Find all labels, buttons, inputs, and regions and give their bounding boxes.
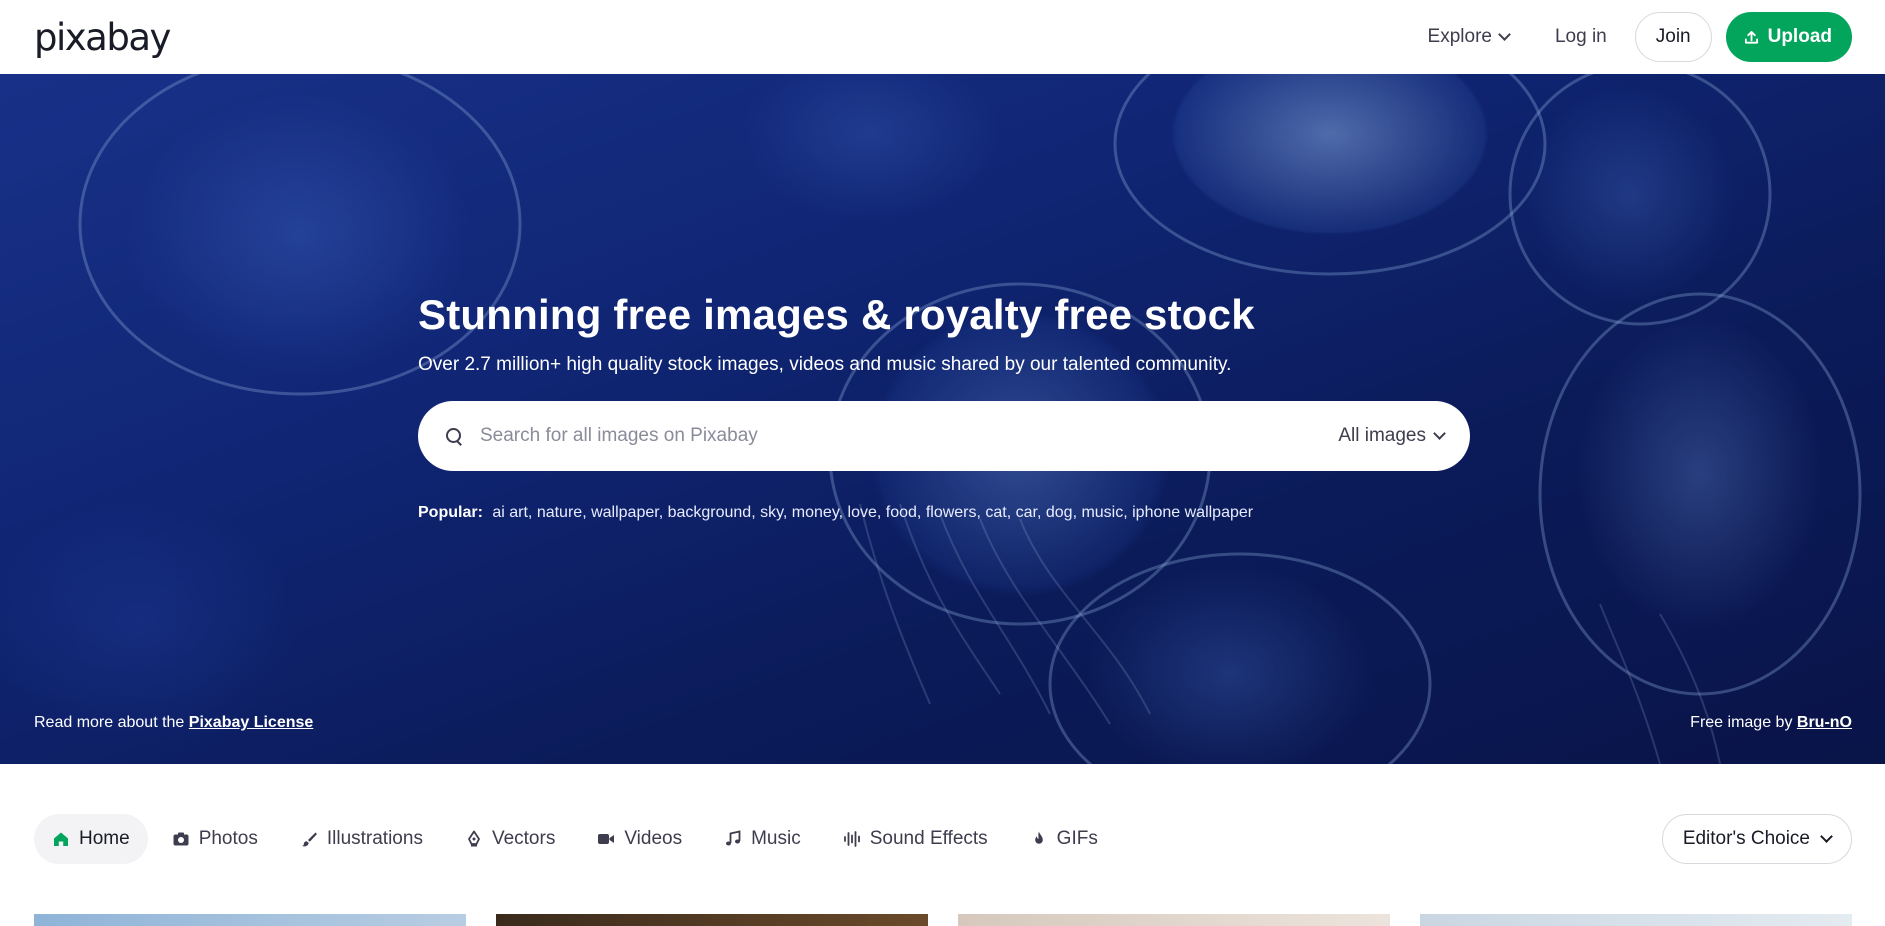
credit-prefix: Free image by <box>1690 714 1793 731</box>
image-grid <box>34 914 1852 926</box>
explore-menu[interactable]: Explore <box>1410 12 1527 62</box>
popular-term[interactable]: ai art <box>492 504 528 521</box>
chevron-down-icon <box>1820 830 1833 843</box>
license-note: Read more about the Pixabay License <box>34 714 313 732</box>
login-link[interactable]: Log in <box>1535 12 1627 62</box>
pixabay-logo[interactable]: pixabay <box>34 19 171 56</box>
hero-content: Stunning free images & royalty free stoc… <box>418 290 1470 522</box>
tab-label: Home <box>79 828 130 849</box>
credit-author-link[interactable]: Bru-nO <box>1797 714 1852 731</box>
search-input[interactable] <box>480 425 1339 448</box>
home-icon <box>54 832 68 846</box>
popular-term[interactable]: nature <box>537 504 582 521</box>
hero-title: Stunning free images & royalty free stoc… <box>418 291 1255 338</box>
chevron-down-icon <box>1498 28 1511 41</box>
top-header: pixabay Explore Log in Join Upload <box>0 0 1885 74</box>
upload-icon <box>1744 30 1758 44</box>
image-thumbnail[interactable] <box>1420 914 1852 926</box>
chevron-down-icon <box>1433 427 1446 441</box>
license-link[interactable]: Pixabay License <box>189 714 314 731</box>
popular-term[interactable]: sky <box>760 504 783 521</box>
popular-term[interactable]: flowers <box>926 504 977 521</box>
tab-videos[interactable]: Videos <box>579 814 700 864</box>
popular-searches: Popular: ai art, nature, wallpaper, back… <box>418 504 1254 522</box>
media-type-tabs: Home Photos Illustrations Vectors Videos… <box>34 814 1116 864</box>
brush-icon <box>301 832 317 847</box>
tab-gifs[interactable]: GIFs <box>1012 814 1116 864</box>
tab-photos[interactable]: Photos <box>154 814 276 864</box>
join-button[interactable]: Join <box>1634 12 1712 62</box>
upload-button[interactable]: Upload <box>1725 12 1852 62</box>
popular-term[interactable]: dog <box>1046 504 1073 521</box>
search-bar: All images <box>418 401 1470 472</box>
explore-label: Explore <box>1427 26 1492 47</box>
hero-banner: Stunning free images & royalty free stoc… <box>0 74 1885 764</box>
image-credit: Free image by Bru-nO <box>1690 714 1852 732</box>
waveform-icon <box>843 831 860 847</box>
upload-label: Upload <box>1767 26 1832 47</box>
popular-term[interactable]: car <box>1016 504 1037 521</box>
license-prefix: Read more about the <box>34 714 185 731</box>
popular-term[interactable]: cat <box>985 504 1006 521</box>
popular-term[interactable]: food <box>886 504 917 521</box>
pen-nib-icon <box>468 830 480 847</box>
popular-term[interactable]: music <box>1081 504 1123 521</box>
tab-label: Videos <box>624 828 683 849</box>
tab-label: Sound Effects <box>869 828 988 849</box>
tab-sound-effects[interactable]: Sound Effects <box>825 814 1006 864</box>
image-thumbnail[interactable] <box>34 914 466 926</box>
tab-label: Vectors <box>491 828 556 849</box>
tab-vectors[interactable]: Vectors <box>447 814 573 864</box>
tab-label: Music <box>751 828 801 849</box>
music-note-icon <box>726 830 741 846</box>
tab-home[interactable]: Home <box>34 814 148 864</box>
popular-term[interactable]: love <box>848 504 877 521</box>
tab-label: Illustrations <box>326 828 423 849</box>
image-thumbnail[interactable] <box>958 914 1390 926</box>
top-nav: Explore Log in Join Upload <box>1410 12 1852 62</box>
popular-term[interactable]: wallpaper <box>591 504 659 521</box>
search-scope-dropdown[interactable]: All images <box>1338 425 1446 447</box>
flame-icon <box>1034 831 1043 844</box>
search-scope-label: All images <box>1338 425 1426 447</box>
video-camera-icon <box>598 834 615 844</box>
popular-label: Popular: <box>418 504 483 522</box>
popular-term[interactable]: background <box>668 504 752 521</box>
hero-subtitle: Over 2.7 million+ high quality stock ima… <box>418 354 1232 376</box>
image-thumbnail[interactable] <box>496 914 928 926</box>
category-bar: Home Photos Illustrations Vectors Videos… <box>34 814 1852 864</box>
sort-label: Editor's Choice <box>1682 828 1810 849</box>
popular-term[interactable]: iphone wallpaper <box>1132 504 1253 521</box>
camera-icon <box>173 832 189 846</box>
tab-label: GIFs <box>1056 828 1098 849</box>
popular-term[interactable]: money <box>792 504 839 521</box>
search-icon[interactable] <box>446 428 462 444</box>
editors-choice-dropdown[interactable]: Editor's Choice <box>1661 814 1852 864</box>
tab-label: Photos <box>198 828 258 849</box>
tab-music[interactable]: Music <box>706 814 819 864</box>
tab-illustrations[interactable]: Illustrations <box>282 814 441 864</box>
